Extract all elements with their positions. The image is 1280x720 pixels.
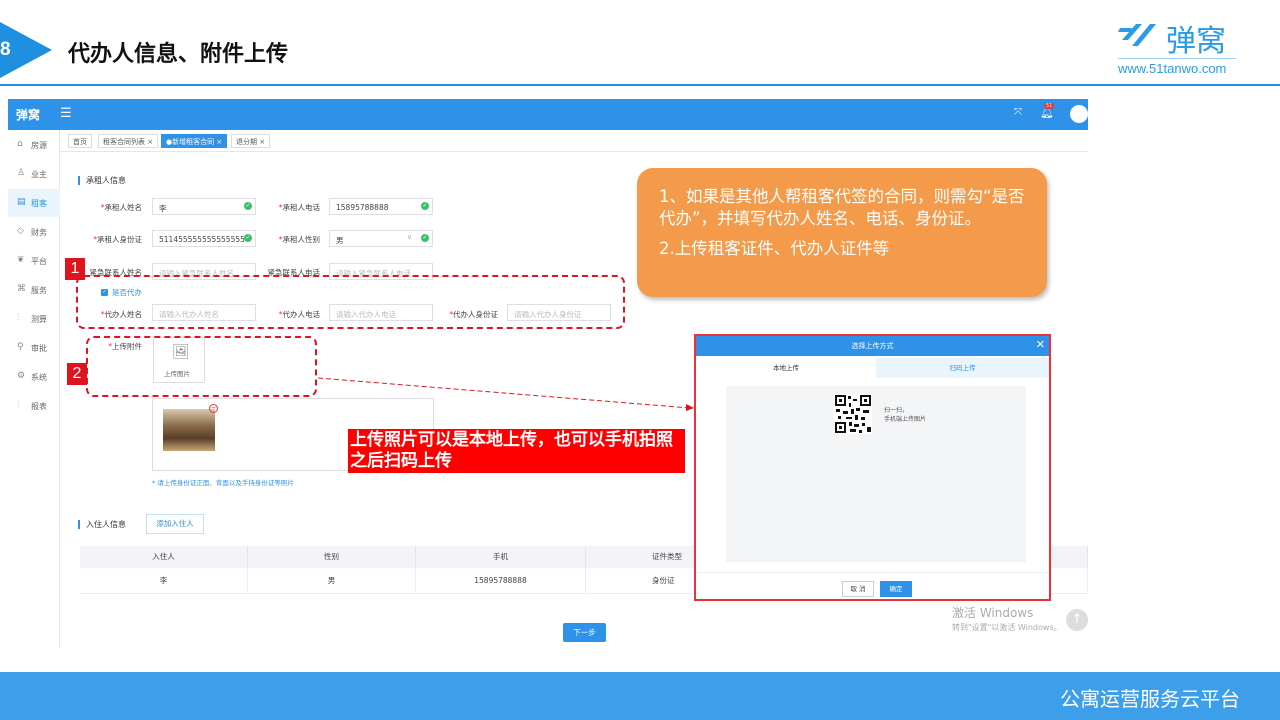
- sliders-icon: ⫶: [17, 313, 20, 323]
- check-icon: ✓: [244, 234, 252, 242]
- sidebar-item-reports[interactable]: ⫶ 报表: [8, 392, 60, 420]
- callout-line-2: 2.上传租客证件、代办人证件等: [659, 239, 890, 258]
- table-header-resident: 入住人: [80, 546, 248, 568]
- check-icon: ✓: [421, 202, 429, 210]
- section-residents-title: 入住人信息: [78, 520, 126, 529]
- list-icon: ▤: [17, 197, 26, 207]
- sidebar-item-platform[interactable]: ❦ 平台: [8, 247, 60, 275]
- sidebar-item-tenants[interactable]: ▤ 租客: [8, 189, 60, 217]
- logo-url: www.51tanwo.com: [1118, 61, 1227, 76]
- section-renter-title: 承租人信息: [78, 176, 126, 185]
- confirm-button[interactable]: 确定: [880, 581, 912, 597]
- scan-area: 扫一扫， 手机端上传图片: [726, 386, 1026, 562]
- table-cell-phone: 15895788888: [416, 568, 586, 594]
- table-cell-resident: 李: [80, 568, 248, 594]
- chart-icon: ⫶: [17, 400, 20, 410]
- next-button[interactable]: 下一步: [563, 623, 606, 642]
- renter-id-label: *承租人身份证: [93, 235, 142, 244]
- sidebar-item-owners[interactable]: ♙ 业主: [8, 160, 60, 188]
- tabs-divider: [60, 151, 1088, 152]
- slide-number-marker: 8: [0, 22, 52, 78]
- tag-icon: ⌘: [17, 284, 26, 294]
- fullscreen-icon[interactable]: ⤧: [1014, 107, 1022, 118]
- upload-hint: * 请上传身份证正面、背面以及手持身份证等照片: [152, 479, 294, 487]
- sidebar-item-approval[interactable]: ⚲ 审批: [8, 334, 60, 362]
- renter-phone-label: *承租人电话: [278, 203, 320, 212]
- table-header-gender: 性别: [248, 546, 416, 568]
- renter-name-field[interactable]: 李: [152, 198, 256, 215]
- header-divider: [0, 84, 1280, 86]
- logo-text: 弹窝: [1166, 24, 1226, 59]
- tab-scan-upload[interactable]: 扫码上传: [876, 358, 1049, 378]
- logo: 弹窝 www.51tanwo.com: [1118, 14, 1242, 80]
- gear-icon: ⚙: [17, 371, 26, 381]
- app-topbar: 弹窝 ☰ ⤧ 🔔︎ 51: [8, 99, 1088, 130]
- callout-line-1: 1、如果是其他人帮租客代签的合同，则需勾“是否代办”，并填写代办人姓名、电话、身…: [659, 187, 1025, 228]
- menu-icon[interactable]: ☰: [60, 106, 72, 121]
- sidebar-item-system[interactable]: ⚙ 系统: [8, 363, 60, 391]
- agent-highlight-box: [76, 275, 625, 329]
- sidebar-item-finance[interactable]: ◇ 财务: [8, 218, 60, 246]
- arrow-to-dialog: [317, 377, 694, 411]
- renter-gender-label: *承租人性别: [278, 235, 320, 244]
- sidebar-item-service[interactable]: ⌘ 服务: [8, 276, 60, 304]
- footer-text: 公寓运营服务云平台: [1060, 687, 1240, 711]
- check-icon: ✓: [244, 202, 252, 210]
- upload-note: 上传照片可以是本地上传，也可以手机拍照之后扫码上传: [348, 429, 685, 473]
- step-badge-2: 2: [67, 363, 87, 385]
- user-icon: ♙: [17, 168, 26, 178]
- notification-badge: 51: [1044, 103, 1055, 109]
- slide-footer: 公寓运营服务云平台: [0, 672, 1280, 720]
- remove-image-icon[interactable]: −: [209, 404, 218, 413]
- avatar[interactable]: [1070, 105, 1088, 123]
- check-icon: ✓: [421, 234, 429, 242]
- logo-underline: [1118, 58, 1236, 59]
- renter-phone-field[interactable]: 15895788888: [329, 198, 433, 215]
- tab-new-contract[interactable]: ●新增租客合同 ×: [161, 134, 228, 148]
- dialog-footer-divider: [696, 572, 1049, 573]
- add-resident-button[interactable]: 添加入住人: [146, 514, 204, 534]
- diamond-icon: ◇: [17, 226, 24, 236]
- sidebar-item-calc[interactable]: ⫶ 测算: [8, 305, 60, 333]
- chevron-down-icon: ∨: [407, 233, 413, 241]
- renter-gender-select[interactable]: 男: [329, 230, 433, 247]
- tab-local-upload[interactable]: 本地上传: [696, 358, 876, 378]
- uploaded-photo-thumbnail[interactable]: [163, 409, 215, 451]
- leaf-icon: ❦: [17, 255, 25, 265]
- renter-name-label: *承租人姓名: [100, 203, 142, 212]
- dialog-title: 选择上传方式: [696, 336, 1049, 356]
- tab-contract-list[interactable]: 租客合同列表 ×: [98, 134, 159, 148]
- stamp-icon: ⚲: [17, 342, 24, 352]
- tab-home[interactable]: 首页: [68, 134, 92, 148]
- scroll-top-icon[interactable]: ↑: [1066, 609, 1088, 631]
- renter-id-field[interactable]: 511455555555555555: [152, 230, 256, 247]
- qr-code-icon: [834, 394, 872, 434]
- close-icon[interactable]: ✕: [1036, 339, 1045, 351]
- app-brand: 弹窝: [16, 108, 41, 122]
- logo-mark-icon: [1118, 24, 1156, 46]
- slide-number: 8: [0, 39, 11, 60]
- sidebar: ⌂ 房源 ♙ 业主 ▤ 租客 ◇ 财务 ❦ 平台 ⌘ 服务 ⫶ 测算 ⚲ 审批 ⚙ 系统 ⫶ 报表: [8, 130, 60, 648]
- tab-refund-installments[interactable]: 退分期 ×: [231, 134, 271, 148]
- home-icon: ⌂: [17, 139, 23, 149]
- sidebar-item-rooms[interactable]: ⌂ 房源: [8, 131, 60, 159]
- windows-activation-watermark: 激活 Windows 转到"设置"以激活 Windows。: [952, 606, 1062, 632]
- cancel-button[interactable]: 取 消: [842, 581, 874, 597]
- scan-instructions: 扫一扫， 手机端上传图片: [884, 407, 927, 423]
- upload-method-dialog: 选择上传方式 ✕ 本地上传 扫码上传 扫一扫， 手机端上传图片 取 消 确定: [694, 334, 1051, 601]
- table-cell-gender: 男: [248, 568, 416, 594]
- instruction-callout: 1、如果是其他人帮租客代签的合同，则需勾“是否代办”，并填写代办人姓名、电话、身…: [637, 168, 1047, 297]
- attachment-highlight-box: [86, 336, 317, 397]
- slide-title: 代办人信息、附件上传: [68, 42, 289, 67]
- table-header-phone: 手机: [416, 546, 586, 568]
